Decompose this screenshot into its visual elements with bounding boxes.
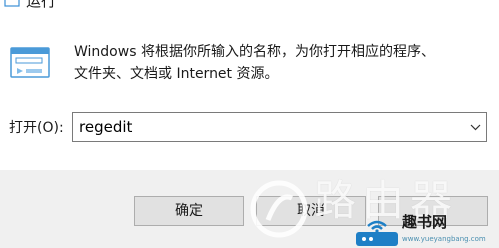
open-combobox[interactable]: regedit	[72, 112, 487, 142]
watermark-site-name: 趣书网	[402, 213, 448, 231]
run-app-icon	[4, 0, 20, 7]
chevron-down-icon[interactable]	[470, 122, 481, 132]
title-bar[interactable]: 运行	[0, 0, 499, 14]
window-title: 运行	[26, 0, 57, 10]
router-badge-icon	[356, 220, 398, 246]
open-input[interactable]: regedit	[79, 118, 132, 137]
dialog-description: Windows 将根据你所输入的名称，为你打开相应的程序、 文件夹、文档或 In…	[74, 44, 435, 82]
open-label: 打开(O):	[9, 120, 64, 136]
watermark-url: www.yueyangbang.com	[402, 235, 486, 243]
run-dialog: 运行 Windows 将根据你所输入的名称，为你打开相应的程序、 文件夹、文档或…	[0, 0, 499, 248]
watermark-logo-icon	[250, 180, 308, 238]
run-app-icon	[10, 47, 50, 78]
ok-button[interactable]: 确定	[134, 196, 244, 226]
